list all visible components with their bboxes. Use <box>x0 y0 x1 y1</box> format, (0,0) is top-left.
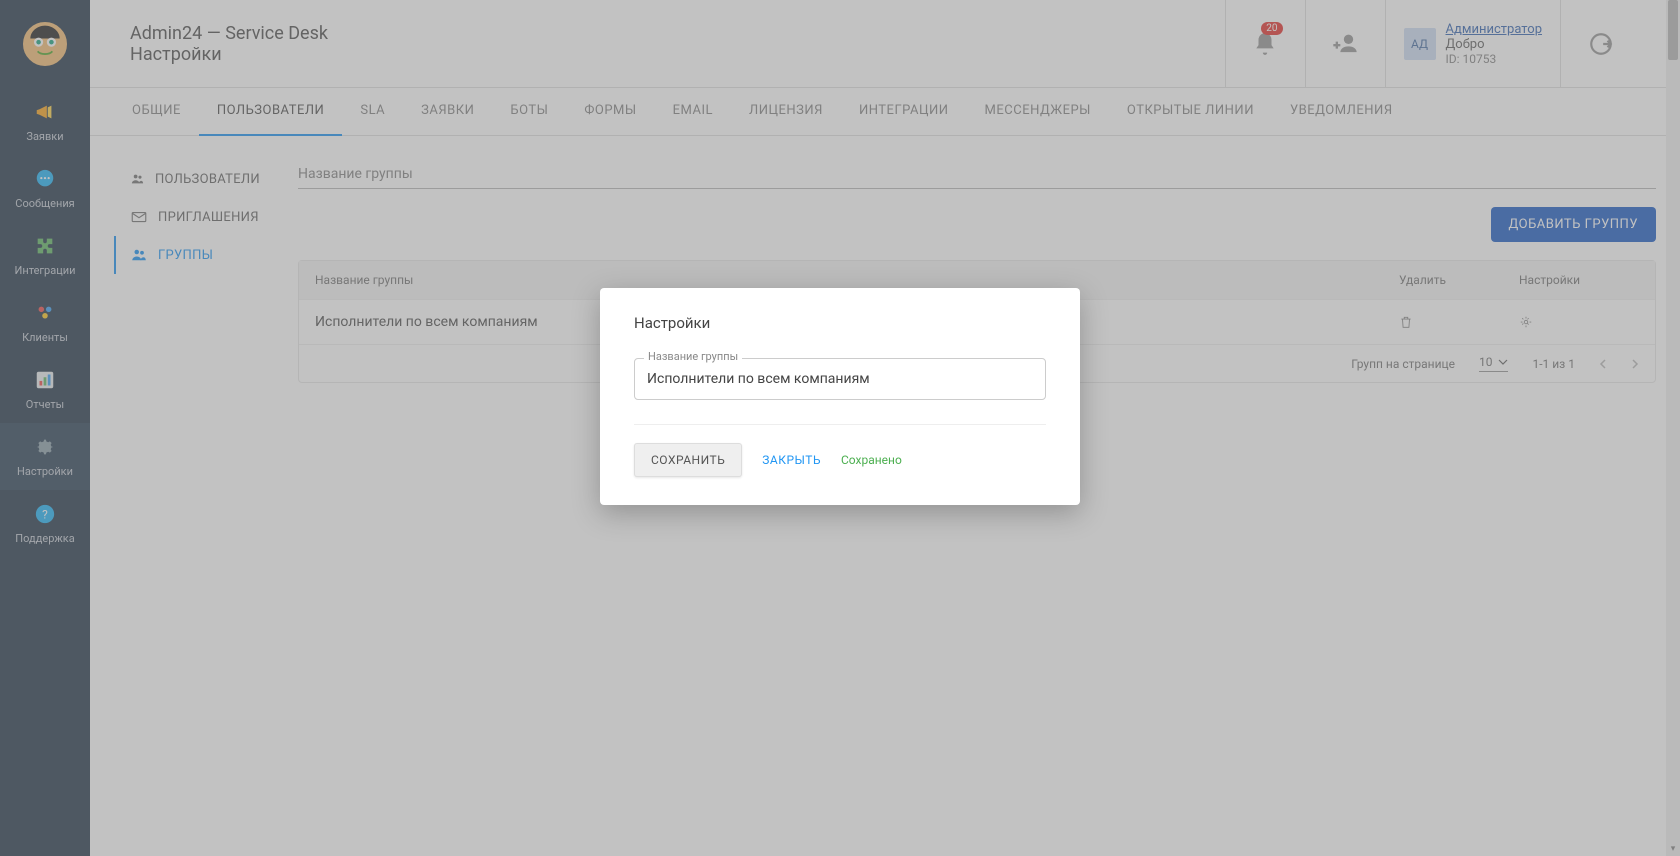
saved-message: Сохранено <box>841 453 902 467</box>
close-button[interactable]: ЗАКРЫТЬ <box>762 453 821 467</box>
modal-title: Настройки <box>634 314 1046 332</box>
settings-modal: Настройки Название группы СОХРАНИТЬ ЗАКР… <box>600 288 1080 505</box>
save-button[interactable]: СОХРАНИТЬ <box>634 443 742 477</box>
divider <box>634 424 1046 425</box>
modal-overlay[interactable]: Настройки Название группы СОХРАНИТЬ ЗАКР… <box>0 0 1680 856</box>
group-name-input[interactable] <box>634 358 1046 400</box>
field-label: Название группы <box>644 350 742 363</box>
